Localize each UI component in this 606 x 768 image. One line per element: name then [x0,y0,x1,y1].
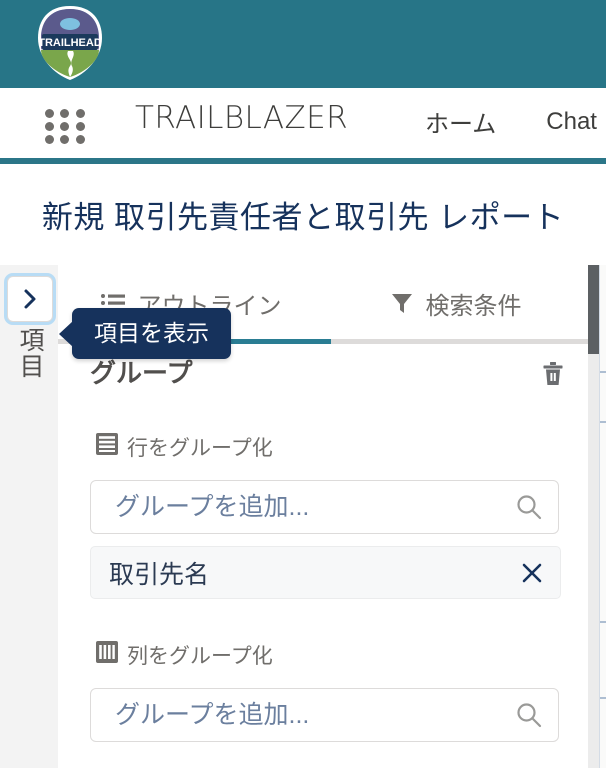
report-builder-body: 項目 アウトライン 検索条件 グループ 行をグループ化 グループを追加... 取… [0,265,606,768]
close-icon [522,563,542,582]
trailhead-logo-text: TRAILHEAD [38,37,102,49]
add-column-group-input[interactable]: グループを追加... [90,688,559,742]
trailhead-logo[interactable]: TRAILHEAD [32,4,108,82]
chevron-right-icon [24,289,36,309]
preview-row-divider [600,697,606,699]
add-row-group-placeholder: グループを追加... [115,493,310,521]
tab-filters-label: 検索条件 [425,292,522,320]
row-group-chip[interactable]: 取引先名 [90,546,561,599]
group-columns-label: 列をグループ化 [127,645,273,668]
rows-icon [96,433,118,461]
page-title: 新規 取引先責任者と取引先 レポート [41,200,565,235]
row-group-chip-remove-button[interactable] [518,559,546,587]
global-nav-bar: TRAILBLAZER ホーム Chat [0,88,606,164]
panel-vertical-scrollbar[interactable] [588,265,599,768]
nav-item-chat[interactable]: Chat [546,108,597,136]
left-collapsed-rail: 項目 [0,265,59,768]
panel-scrollbar-thumb[interactable] [588,265,599,354]
columns-icon [96,641,118,669]
add-column-group-placeholder: グループを追加... [115,701,310,729]
page-title-bar: 新規 取引先責任者と取引先 レポート [0,164,606,265]
tooltip-text: 項目を表示 [94,320,209,346]
expand-fields-panel-button[interactable] [7,276,53,322]
report-preview-edge [599,265,606,768]
rail-vertical-label[interactable]: 項目 [8,327,48,379]
search-icon[interactable] [516,494,542,520]
app-launcher-grid-icon[interactable] [45,109,87,144]
nav-item-home[interactable]: ホーム [425,104,496,139]
search-icon[interactable] [516,702,542,728]
app-name-label: TRAILBLAZER [135,100,349,136]
tab-filters[interactable]: 検索条件 [323,265,588,341]
group-columns-label-wrap: 列をグループ化 [96,640,273,670]
nav-links: ホーム Chat [425,104,597,139]
preview-row-divider [600,421,606,423]
preview-row-divider [600,621,606,623]
filter-funnel-icon [390,291,414,315]
preview-row-divider [600,371,606,373]
group-rows-label-wrap: 行をグループ化 [96,432,273,462]
group-rows-label: 行をグループ化 [127,437,273,460]
show-fields-tooltip: 項目を表示 [59,308,231,360]
remove-all-groups-button[interactable] [536,357,570,391]
top-brand-bar: TRAILHEAD [0,0,606,88]
tooltip-arrow [59,320,73,347]
row-group-chip-label: 取引先名 [109,560,210,589]
trash-icon [543,362,563,385]
add-row-group-input[interactable]: グループを追加... [90,480,559,534]
